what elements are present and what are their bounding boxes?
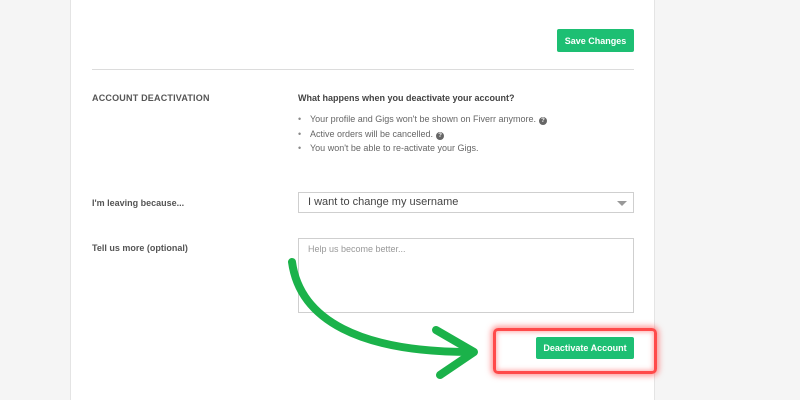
reason-label: I'm leaving because...	[92, 198, 185, 208]
list-item-text: Active orders will be cancelled.	[310, 128, 434, 139]
section-title: ACCOUNT DEACTIVATION	[92, 93, 210, 103]
info-heading: What happens when you deactivate your ac…	[298, 93, 515, 103]
deactivate-account-button[interactable]: Deactivate Account	[536, 337, 634, 359]
help-icon[interactable]: ?	[436, 131, 445, 140]
bullet-icon: •	[298, 114, 302, 124]
reason-select[interactable]: I want to change my username	[298, 192, 634, 213]
consequences-list: • Your profile and Gigs won't be shown on…	[298, 112, 548, 156]
section-divider	[92, 69, 634, 70]
list-item-text: You won't be able to re-activate your Gi…	[310, 143, 479, 153]
list-item: • Active orders will be cancelled.?	[298, 127, 547, 142]
more-label: Tell us more (optional)	[92, 243, 188, 253]
list-item: • You won't be able to re-activate your G…	[298, 141, 547, 156]
help-icon[interactable]: ?	[539, 117, 548, 125]
feedback-textarea[interactable]	[298, 238, 634, 313]
chevron-down-icon	[617, 201, 627, 206]
bullet-icon: •	[298, 128, 302, 139]
reason-selected-value: I want to change my username	[308, 196, 459, 208]
bullet-icon: •	[298, 143, 302, 153]
save-changes-button[interactable]: Save Changes	[557, 29, 634, 52]
list-item: • Your profile and Gigs won't be shown on…	[298, 112, 548, 127]
list-item-text: Your profile and Gigs won't be shown on …	[310, 114, 537, 124]
